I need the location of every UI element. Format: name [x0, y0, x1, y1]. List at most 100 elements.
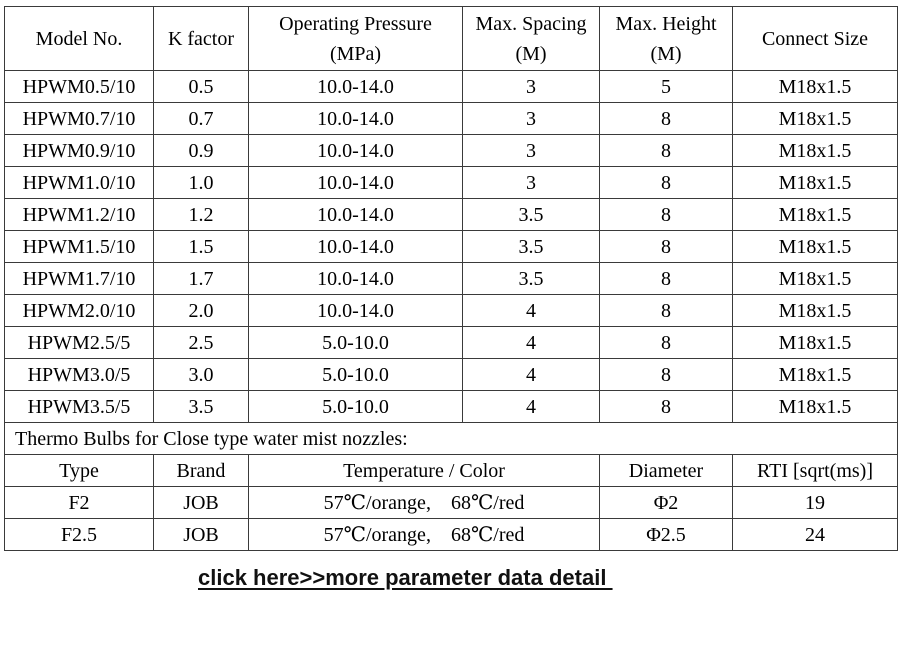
cell-connect-size: M18x1.5	[732, 198, 898, 231]
cell-operating-pressure: 10.0-14.0	[248, 198, 463, 231]
cell-connect-size: M18x1.5	[732, 358, 898, 391]
bulb-brand: JOB	[153, 486, 249, 519]
cell-operating-pressure: 5.0-10.0	[248, 390, 463, 423]
cell-connect-size: M18x1.5	[732, 70, 898, 103]
cell-max-height: 8	[599, 198, 733, 231]
bulb-row: F2.5 JOB 57℃/orange, 68℃/red Φ2.5 24	[4, 518, 898, 551]
cell-k-factor: 1.7	[153, 262, 249, 295]
more-detail-link-container: click here>>more parameter data detail	[198, 565, 613, 591]
header-connect-size: Connect Size	[732, 6, 898, 71]
cell-max-height: 8	[599, 294, 733, 327]
header-k-factor: K factor	[153, 6, 249, 71]
cell-operating-pressure: 10.0-14.0	[248, 294, 463, 327]
header-type: Type	[4, 454, 154, 487]
cell-model-no: HPWM1.2/10	[4, 198, 154, 231]
cell-k-factor: 3.5	[153, 390, 249, 423]
table-row: HPWM0.5/10 0.5 10.0-14.0 3 5 M18x1.5	[4, 70, 898, 103]
cell-k-factor: 0.5	[153, 70, 249, 103]
cell-max-spacing: 3.5	[462, 262, 600, 295]
table-row: HPWM2.0/10 2.0 10.0-14.0 4 8 M18x1.5	[4, 294, 898, 327]
cell-model-no: HPWM3.0/5	[4, 358, 154, 391]
cell-max-spacing: 3	[462, 102, 600, 135]
cell-max-spacing: 4	[462, 390, 600, 423]
cell-connect-size: M18x1.5	[732, 166, 898, 199]
cell-model-no: HPWM2.0/10	[4, 294, 154, 327]
bulb-rti: 19	[732, 486, 898, 519]
cell-connect-size: M18x1.5	[732, 134, 898, 167]
bulb-temperature-color: 57℃/orange, 68℃/red	[248, 486, 600, 519]
cell-max-height: 8	[599, 230, 733, 263]
header-brand: Brand	[153, 454, 249, 487]
cell-operating-pressure: 5.0-10.0	[248, 326, 463, 359]
cell-max-spacing: 3	[462, 70, 600, 103]
header-row: Model No. K factor Operating Pressure (MP…	[4, 6, 898, 71]
cell-max-height: 8	[599, 326, 733, 359]
header-temperature-color: Temperature / Color	[248, 454, 600, 487]
cell-max-height: 8	[599, 262, 733, 295]
cell-max-spacing: 3.5	[462, 198, 600, 231]
cell-k-factor: 0.7	[153, 102, 249, 135]
bulb-brand: JOB	[153, 518, 249, 551]
table-row: HPWM1.5/10 1.5 10.0-14.0 3.5 8 M18x1.5	[4, 230, 898, 263]
cell-operating-pressure: 10.0-14.0	[248, 262, 463, 295]
table-row: HPWM1.7/10 1.7 10.0-14.0 3.5 8 M18x1.5	[4, 262, 898, 295]
table-row: HPWM0.9/10 0.9 10.0-14.0 3 8 M18x1.5	[4, 134, 898, 167]
cell-operating-pressure: 10.0-14.0	[248, 230, 463, 263]
cell-k-factor: 0.9	[153, 134, 249, 167]
cell-k-factor: 2.0	[153, 294, 249, 327]
header-operating-pressure: Operating Pressure (MPa)	[248, 6, 463, 71]
bulb-rti: 24	[732, 518, 898, 551]
cell-max-spacing: 4	[462, 358, 600, 391]
spec-table: Model No. K factor Operating Pressure (MP…	[4, 6, 898, 551]
cell-max-spacing: 3	[462, 134, 600, 167]
bulb-row: F2 JOB 57℃/orange, 68℃/red Φ2 19	[4, 486, 898, 519]
cell-max-spacing: 3	[462, 166, 600, 199]
cell-operating-pressure: 5.0-10.0	[248, 358, 463, 391]
cell-operating-pressure: 10.0-14.0	[248, 102, 463, 135]
cell-operating-pressure: 10.0-14.0	[248, 166, 463, 199]
bulb-diameter: Φ2	[599, 486, 733, 519]
header-diameter: Diameter	[599, 454, 733, 487]
cell-connect-size: M18x1.5	[732, 230, 898, 263]
cell-max-spacing: 4	[462, 294, 600, 327]
table-row: HPWM1.0/10 1.0 10.0-14.0 3 8 M18x1.5	[4, 166, 898, 199]
table-row: HPWM0.7/10 0.7 10.0-14.0 3 8 M18x1.5	[4, 102, 898, 135]
cell-connect-size: M18x1.5	[732, 262, 898, 295]
cell-k-factor: 1.0	[153, 166, 249, 199]
header-max-height: Max. Height (M)	[599, 6, 733, 71]
cell-max-height: 8	[599, 390, 733, 423]
cell-k-factor: 2.5	[153, 326, 249, 359]
cell-max-height: 8	[599, 358, 733, 391]
cell-model-no: HPWM0.9/10	[4, 134, 154, 167]
bulbs-caption-row: Thermo Bulbs for Close type water mist n…	[4, 422, 898, 455]
bulb-temperature-color: 57℃/orange, 68℃/red	[248, 518, 600, 551]
cell-max-spacing: 4	[462, 326, 600, 359]
cell-max-height: 8	[599, 166, 733, 199]
bulb-type: F2	[4, 486, 154, 519]
bulb-type: F2.5	[4, 518, 154, 551]
table-row: HPWM3.5/5 3.5 5.0-10.0 4 8 M18x1.5	[4, 390, 898, 423]
cell-k-factor: 3.0	[153, 358, 249, 391]
more-parameter-detail-link[interactable]: click here>>more parameter data detail	[198, 565, 613, 590]
bulb-diameter: Φ2.5	[599, 518, 733, 551]
cell-connect-size: M18x1.5	[732, 102, 898, 135]
cell-k-factor: 1.2	[153, 198, 249, 231]
cell-max-height: 5	[599, 70, 733, 103]
header-model-no: Model No.	[4, 6, 154, 71]
table-row: HPWM2.5/5 2.5 5.0-10.0 4 8 M18x1.5	[4, 326, 898, 359]
cell-connect-size: M18x1.5	[732, 326, 898, 359]
cell-k-factor: 1.5	[153, 230, 249, 263]
header-rti: RTI [sqrt(ms)]	[732, 454, 898, 487]
cell-model-no: HPWM1.0/10	[4, 166, 154, 199]
cell-model-no: HPWM1.7/10	[4, 262, 154, 295]
header-max-spacing: Max. Spacing (M)	[462, 6, 600, 71]
cell-model-no: HPWM3.5/5	[4, 390, 154, 423]
bulbs-header-row: Type Brand Temperature / Color Diameter …	[4, 454, 898, 487]
cell-model-no: HPWM0.5/10	[4, 70, 154, 103]
bulbs-caption: Thermo Bulbs for Close type water mist n…	[4, 422, 898, 455]
table-row: HPWM3.0/5 3.0 5.0-10.0 4 8 M18x1.5	[4, 358, 898, 391]
cell-max-height: 8	[599, 134, 733, 167]
cell-model-no: HPWM2.5/5	[4, 326, 154, 359]
cell-max-height: 8	[599, 102, 733, 135]
cell-model-no: HPWM1.5/10	[4, 230, 154, 263]
